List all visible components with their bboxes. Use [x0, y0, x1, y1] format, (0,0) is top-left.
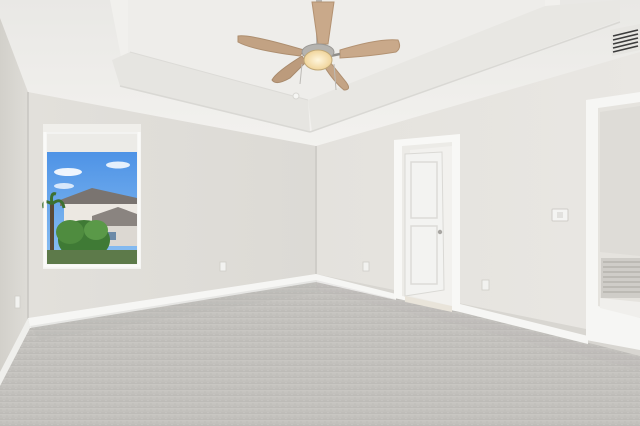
- bedroom-scene: [0, 0, 640, 426]
- door-knob-icon[interactable]: [437, 229, 443, 235]
- doorway: [394, 134, 460, 312]
- smoke-detector-icon: [292, 92, 300, 100]
- right-doorway: [586, 92, 640, 350]
- outlet-icon: [14, 295, 21, 309]
- outlet-icon: [219, 261, 227, 272]
- outlet-icon: [481, 279, 490, 291]
- outlet-icon: [362, 261, 370, 272]
- bedroom-door[interactable]: [404, 151, 445, 297]
- window: [42, 124, 141, 269]
- hall-wall: [600, 106, 640, 256]
- air-vent-icon: [601, 258, 640, 298]
